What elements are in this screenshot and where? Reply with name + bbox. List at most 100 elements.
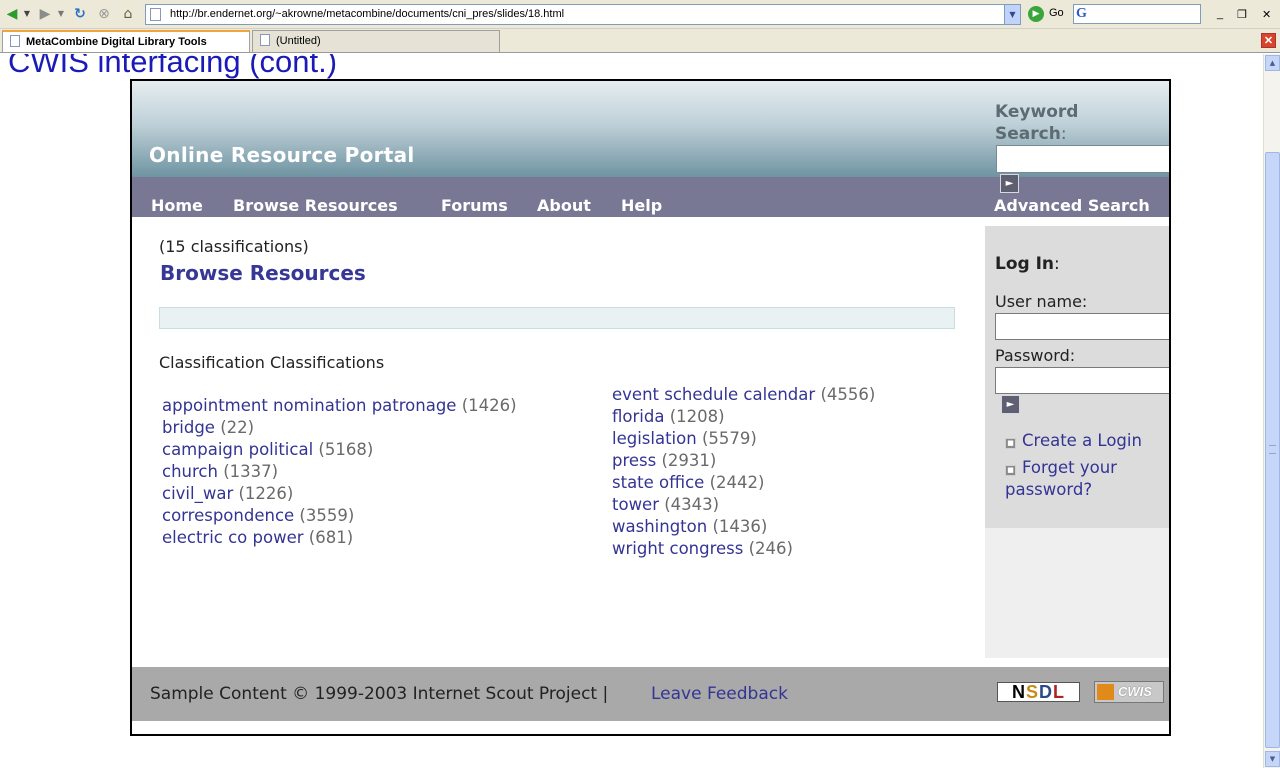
home-icon[interactable]: ⌂ xyxy=(118,5,138,23)
tab-bar: MetaCombine Digital Library Tools (Untit… xyxy=(0,29,1280,53)
classification-count-value: (3559) xyxy=(299,506,355,525)
list-item: campaign political (5168) xyxy=(162,439,373,461)
keyword-search-go-button[interactable]: ► xyxy=(1000,174,1019,193)
page-icon xyxy=(260,34,270,46)
minimize-button[interactable]: _ xyxy=(1217,8,1223,20)
nsdl-logo[interactable]: NSDL xyxy=(997,682,1080,702)
tab-label: (Untitled) xyxy=(276,35,321,47)
scroll-up-arrow-icon[interactable]: ▲ xyxy=(1265,55,1280,71)
forgot-password-link-line2[interactable]: password? xyxy=(1005,479,1092,501)
footer-copyright: Sample Content © 1999-2003 Internet Scou… xyxy=(150,684,609,704)
page-title: Browse Resources xyxy=(160,261,366,285)
stop-icon[interactable]: ⊗ xyxy=(94,5,114,23)
back-arrow-icon[interactable]: ◀ xyxy=(3,5,21,23)
list-item: civil_war (1226) xyxy=(162,483,293,505)
scroll-down-arrow-icon[interactable]: ▼ xyxy=(1265,751,1280,767)
close-tab-icon[interactable]: ✕ xyxy=(1261,33,1276,48)
classification-count-value: (1337) xyxy=(223,462,279,481)
list-item: correspondence (3559) xyxy=(162,505,354,527)
classification-link[interactable]: tower xyxy=(612,495,659,514)
bullet-icon: ■ xyxy=(1005,438,1016,449)
nav-forums[interactable]: Forums xyxy=(441,196,508,215)
page-viewport: CWIS interfacing (cont.) Online Resource… xyxy=(0,54,1263,768)
classification-link[interactable]: correspondence xyxy=(162,506,294,525)
list-item: electric co power (681) xyxy=(162,527,353,549)
nav-browse-resources[interactable]: Browse Resources xyxy=(233,196,398,215)
nav-home[interactable]: Home xyxy=(151,196,203,215)
breadcrumb-bar xyxy=(159,307,955,329)
slide-title: CWIS interfacing (cont.) xyxy=(8,54,338,79)
list-item: church (1337) xyxy=(162,461,278,483)
list-item: event schedule calendar (4556) xyxy=(612,384,875,406)
address-bar[interactable]: http://br.endernet.org/~akrowne/metacomb… xyxy=(145,4,1021,25)
classification-link[interactable]: church xyxy=(162,462,218,481)
bullet-icon: ■ xyxy=(1005,465,1016,476)
classification-link[interactable]: washington xyxy=(612,517,707,536)
classification-count-value: (2931) xyxy=(661,451,717,470)
classification-subheading: Classification Classifications xyxy=(159,353,385,372)
nav-help[interactable]: Help xyxy=(621,196,662,215)
forward-arrow-icon[interactable]: ▶ xyxy=(36,5,54,23)
classification-link[interactable]: press xyxy=(612,451,656,470)
keyword-search-input[interactable] xyxy=(996,145,1169,173)
list-item: wright congress (246) xyxy=(612,538,793,560)
close-window-button[interactable]: ✕ xyxy=(1262,8,1271,21)
nav-advanced-search[interactable]: Advanced Search xyxy=(994,196,1150,215)
restore-button[interactable]: ❐ xyxy=(1237,8,1247,21)
tab-metacombine[interactable]: MetaCombine Digital Library Tools xyxy=(2,30,250,52)
classification-link[interactable]: civil_war xyxy=(162,484,233,503)
cwis-mark-icon xyxy=(1097,684,1114,700)
search-engine-icon[interactable]: G xyxy=(1076,6,1087,22)
login-title: Log In: xyxy=(995,254,1060,274)
classification-count-value: (22) xyxy=(220,418,255,437)
address-bar-url[interactable]: http://br.endernet.org/~akrowne/metacomb… xyxy=(170,7,564,22)
classification-link[interactable]: campaign political xyxy=(162,440,313,459)
password-field[interactable] xyxy=(995,367,1169,394)
search-engine-box[interactable]: G xyxy=(1073,4,1201,24)
browser-toolbar: ◀ ▼ ▶ ▼ ↻ ⊗ ⌂ http://br.endernet.org/~ak… xyxy=(0,0,1280,29)
reload-icon[interactable]: ↻ xyxy=(70,5,90,23)
vertical-scrollbar[interactable]: ▲ ▼ xyxy=(1263,54,1280,768)
classification-link[interactable]: state office xyxy=(612,473,704,492)
classification-link[interactable]: electric co power xyxy=(162,528,304,547)
classification-link[interactable]: event schedule calendar xyxy=(612,385,815,404)
leave-feedback-link[interactable]: Leave Feedback xyxy=(651,684,788,704)
site-name[interactable]: Online Resource Portal xyxy=(149,143,415,167)
username-label: User name: xyxy=(995,292,1088,311)
login-submit-button[interactable]: ► xyxy=(1001,395,1020,414)
go-button-label[interactable]: Go xyxy=(1049,7,1064,19)
username-field[interactable] xyxy=(995,313,1169,340)
page-icon xyxy=(150,8,161,21)
classification-count-value: (5168) xyxy=(318,440,374,459)
classification-link[interactable]: bridge xyxy=(162,418,215,437)
scrollbar-thumb[interactable] xyxy=(1265,152,1280,748)
back-history-dropdown-icon[interactable]: ▼ xyxy=(22,5,32,23)
classification-count-value: (4556) xyxy=(820,385,876,404)
classification-link[interactable]: wright congress xyxy=(612,539,743,558)
list-item: bridge (22) xyxy=(162,417,254,439)
login-sidebar: Log In: User name: Password: ► ■ Create a… xyxy=(985,226,1169,658)
cwis-logo[interactable]: CWIS xyxy=(1094,681,1164,703)
forward-history-dropdown-icon[interactable]: ▼ xyxy=(56,5,66,23)
tab-untitled[interactable]: (Untitled) xyxy=(252,30,500,52)
classification-count-value: (246) xyxy=(748,539,793,558)
browse-content: (15 classifications) Browse Resources Cl… xyxy=(132,217,984,669)
list-item: state office (2442) xyxy=(612,472,764,494)
go-icon[interactable]: ▶ xyxy=(1028,6,1044,22)
classification-link[interactable]: legislation xyxy=(612,429,697,448)
classification-link[interactable]: florida xyxy=(612,407,664,426)
classification-count-value: (5579) xyxy=(701,429,757,448)
classification-count-value: (1426) xyxy=(461,396,517,415)
classification-link[interactable]: appointment nomination patronage xyxy=(162,396,456,415)
nav-about[interactable]: About xyxy=(537,196,591,215)
create-login-link[interactable]: ■ Create a Login xyxy=(1005,430,1142,452)
address-dropdown-icon[interactable]: ▼ xyxy=(1004,5,1020,24)
classification-count: (15 classifications) xyxy=(159,237,309,256)
password-label: Password: xyxy=(995,346,1076,365)
classification-count-value: (4343) xyxy=(664,495,720,514)
classification-count-value: (1226) xyxy=(238,484,294,503)
list-item: florida (1208) xyxy=(612,406,725,428)
classification-count-value: (1436) xyxy=(712,517,768,536)
forgot-password-link[interactable]: ■ Forget your xyxy=(1005,457,1117,479)
list-item: washington (1436) xyxy=(612,516,767,538)
